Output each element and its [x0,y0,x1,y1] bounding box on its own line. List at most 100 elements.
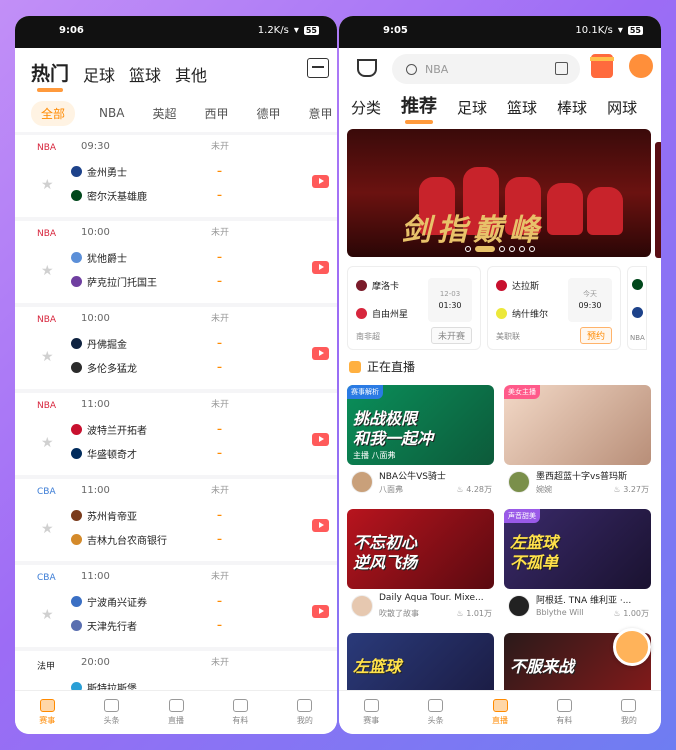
home-score: – [217,252,222,263]
live-tv-icon[interactable] [312,347,329,360]
tab-football[interactable]: 足球 [457,97,487,124]
league-bundesliga[interactable]: 德甲 [242,105,294,122]
tab-headlines[interactable]: 头条 [79,691,143,734]
pager-dot[interactable] [519,246,525,252]
gift-icon[interactable] [590,54,614,78]
trophy-icon[interactable] [357,59,377,77]
stream-title: 墨西超蓝十字vs普玛斯 [536,472,628,482]
away-team: 自由州星 [356,307,408,320]
message-icon[interactable] [307,58,329,78]
match-row[interactable]: NBA 11:00 未开 ★ 波特兰开拓者 华盛顿奇才 – – [15,393,337,475]
tab-football[interactable]: 足球 [83,62,115,94]
tab-other[interactable]: 其他 [175,62,207,94]
match-datetime: 12-03 01:30 [428,278,472,322]
live-tv-icon[interactable] [312,261,329,274]
match-row[interactable]: NBA 10:00 未开 ★ 丹佛掘金 多伦多猛龙 – – [15,307,337,389]
match-league: CBA [37,487,56,497]
away-team: 天津先行者 [71,618,137,633]
wifi-icon: ▾ [293,25,299,36]
tab-headlines[interactable]: 头条 [403,691,467,734]
favorite-star-icon[interactable]: ★ [41,435,54,451]
search-input[interactable]: NBA [392,54,580,84]
category-tabs: 热门 足球 篮球 其他 [15,48,337,94]
reserve-button[interactable]: 预约 [579,327,612,344]
pager-dot[interactable] [465,246,471,252]
league-laliga[interactable]: 西甲 [190,105,242,122]
live-tv-icon[interactable] [312,519,329,532]
tab-tennis[interactable]: 网球 [607,97,637,124]
league-all[interactable]: 全部 [31,100,76,126]
stream-card[interactable]: 不忘初心 逆风飞扬 Daily Aqua Tour. Mixe... 吹散了故事… [347,509,494,621]
tab-basketball[interactable]: 篮球 [507,97,537,124]
favorite-star-icon[interactable]: ★ [41,349,54,365]
match-row[interactable]: NBA 09:30 未开 ★ 金州勇士 密尔沃基雄鹿 – – [15,135,337,217]
team-logo-icon [71,424,82,435]
upcoming-matches: 摩洛卡 自由州星 南非超 12-03 01:30 未开赛 达拉斯 纳什维尔 美职联… [347,266,647,350]
banner-pager [465,246,535,252]
favorite-star-icon[interactable]: ★ [41,263,54,279]
match-card[interactable]: NBA [627,266,647,350]
live-tv-icon[interactable] [312,605,329,618]
pager-dot[interactable] [529,246,535,252]
tab-events[interactable]: 赛事 [339,691,403,734]
away-team-name: 纳什维尔 [512,310,549,320]
tab-recommend[interactable]: 推荐 [401,92,437,124]
scan-icon[interactable] [555,62,568,75]
match-row[interactable]: NBA 10:00 未开 ★ 犹他爵士 萨克拉门托国王 – – [15,221,337,303]
pager-dot[interactable] [499,246,505,252]
stream-card[interactable]: 赛事解析 挑战极限 和我一起冲 主播 八面弗 NBA公牛VS骑士 八面弗 ♨ 4… [347,385,494,497]
battery-icon: 55 [303,26,319,35]
pager-dot[interactable] [509,246,515,252]
tab-profile[interactable]: 我的 [597,691,661,734]
away-team-name: 萨克拉门托国王 [87,278,157,289]
match-card[interactable]: 摩洛卡 自由州星 南非超 12-03 01:30 未开赛 [347,266,481,350]
tab-live[interactable]: 直播 [468,691,532,734]
tab-events[interactable]: 赛事 [15,691,79,734]
tab-label: 直播 [168,716,185,725]
home-team: 犹他爵士 [71,250,127,265]
away-team-name: 自由州星 [372,310,409,320]
home-team-name: 犹他爵士 [87,254,127,265]
match-row[interactable]: CBA 11:00 未开 ★ 宁波甬兴证券 天津先行者 – – [15,565,337,647]
league-epl[interactable]: 英超 [138,105,190,122]
live-tv-icon[interactable] [312,433,329,446]
stream-card[interactable]: 声音甜美 左篮球 不孤单 阿根廷. TNA 维利亚 ·... Bblythe W… [504,509,651,621]
home-team-name: 达拉斯 [512,282,540,292]
tab-basketball[interactable]: 篮球 [129,62,161,94]
heat-value: 1.00万 [623,609,649,618]
tab-baseball[interactable]: 棒球 [557,97,587,124]
mascot-icon[interactable] [629,54,653,78]
tab-tips[interactable]: 有料 [532,691,596,734]
tab-hot[interactable]: 热门 [31,59,69,94]
match-time: 11:00 [81,399,110,410]
league-nba[interactable]: NBA [85,106,138,120]
favorite-star-icon[interactable]: ★ [41,607,54,623]
team-logo-icon [71,510,82,521]
team-logo-icon [632,307,643,318]
search-placeholder: NBA [425,62,449,76]
match-row[interactable]: CBA 11:00 未开 ★ 苏州肯帝亚 吉林九台农商银行 – – [15,479,337,561]
tab-category[interactable]: 分类 [351,97,381,124]
avatar[interactable] [351,471,373,493]
away-team-name: 多伦多猛龙 [87,364,137,375]
floating-action-icon[interactable] [613,628,651,666]
match-card[interactable]: 达拉斯 纳什维尔 美职联 今天 09:30 预约 [487,266,621,350]
league-seriea[interactable]: 意甲 [294,105,337,122]
user-icon [297,699,313,712]
match-league: 法甲 [37,662,56,672]
tab-tips[interactable]: 有料 [208,691,272,734]
avatar[interactable] [508,595,530,617]
pager-dot[interactable] [475,246,495,252]
promo-banner[interactable]: 剑指巅峰 [347,129,651,257]
avatar[interactable] [351,595,373,617]
favorite-star-icon[interactable]: ★ [41,177,54,193]
tab-live[interactable]: 直播 [144,691,208,734]
team-logo-icon [71,252,82,263]
tab-profile[interactable]: 我的 [273,691,337,734]
favorite-star-icon[interactable]: ★ [41,521,54,537]
live-tv-icon[interactable] [312,175,329,188]
stream-card[interactable]: 美女主播 墨西超蓝十字vs普玛斯 婉婉 ♨ 3.27万 [504,385,651,497]
team-logo-icon [496,308,507,319]
avatar[interactable] [508,471,530,493]
not-started-button[interactable]: 未开赛 [430,327,472,344]
